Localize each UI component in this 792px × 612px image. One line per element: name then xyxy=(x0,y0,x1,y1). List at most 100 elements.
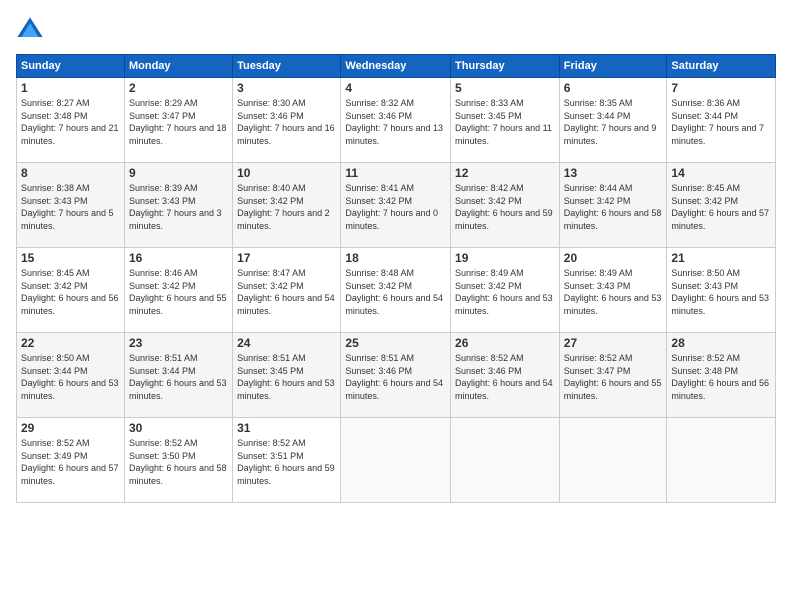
calendar-cell: 29 Sunrise: 8:52 AM Sunset: 3:49 PM Dayl… xyxy=(17,418,125,503)
day-number: 17 xyxy=(237,251,336,265)
col-header-tuesday: Tuesday xyxy=(233,55,341,78)
page: SundayMondayTuesdayWednesdayThursdayFrid… xyxy=(0,0,792,612)
calendar-cell: 14 Sunrise: 8:45 AM Sunset: 3:42 PM Dayl… xyxy=(667,163,776,248)
calendar-cell: 4 Sunrise: 8:32 AM Sunset: 3:46 PM Dayli… xyxy=(341,78,451,163)
day-number: 29 xyxy=(21,421,120,435)
day-number: 6 xyxy=(564,81,663,95)
col-header-sunday: Sunday xyxy=(17,55,125,78)
calendar-cell: 12 Sunrise: 8:42 AM Sunset: 3:42 PM Dayl… xyxy=(451,163,560,248)
week-row-5: 29 Sunrise: 8:52 AM Sunset: 3:49 PM Dayl… xyxy=(17,418,776,503)
day-number: 2 xyxy=(129,81,228,95)
week-row-1: 1 Sunrise: 8:27 AM Sunset: 3:48 PM Dayli… xyxy=(17,78,776,163)
day-info: Sunrise: 8:51 AM Sunset: 3:45 PM Dayligh… xyxy=(237,352,336,402)
calendar-cell: 31 Sunrise: 8:52 AM Sunset: 3:51 PM Dayl… xyxy=(233,418,341,503)
day-number: 11 xyxy=(345,166,446,180)
day-info: Sunrise: 8:46 AM Sunset: 3:42 PM Dayligh… xyxy=(129,267,228,317)
day-number: 23 xyxy=(129,336,228,350)
day-info: Sunrise: 8:52 AM Sunset: 3:49 PM Dayligh… xyxy=(21,437,120,487)
day-number: 31 xyxy=(237,421,336,435)
day-info: Sunrise: 8:51 AM Sunset: 3:46 PM Dayligh… xyxy=(345,352,446,402)
day-number: 1 xyxy=(21,81,120,95)
day-info: Sunrise: 8:49 AM Sunset: 3:42 PM Dayligh… xyxy=(455,267,555,317)
week-row-4: 22 Sunrise: 8:50 AM Sunset: 3:44 PM Dayl… xyxy=(17,333,776,418)
day-number: 14 xyxy=(671,166,771,180)
calendar-cell: 24 Sunrise: 8:51 AM Sunset: 3:45 PM Dayl… xyxy=(233,333,341,418)
day-number: 7 xyxy=(671,81,771,95)
calendar-cell: 5 Sunrise: 8:33 AM Sunset: 3:45 PM Dayli… xyxy=(451,78,560,163)
day-info: Sunrise: 8:49 AM Sunset: 3:43 PM Dayligh… xyxy=(564,267,663,317)
day-info: Sunrise: 8:47 AM Sunset: 3:42 PM Dayligh… xyxy=(237,267,336,317)
calendar-cell: 8 Sunrise: 8:38 AM Sunset: 3:43 PM Dayli… xyxy=(17,163,125,248)
day-number: 16 xyxy=(129,251,228,265)
day-info: Sunrise: 8:38 AM Sunset: 3:43 PM Dayligh… xyxy=(21,182,120,232)
header-row: SundayMondayTuesdayWednesdayThursdayFrid… xyxy=(17,55,776,78)
day-number: 8 xyxy=(21,166,120,180)
day-number: 15 xyxy=(21,251,120,265)
day-info: Sunrise: 8:29 AM Sunset: 3:47 PM Dayligh… xyxy=(129,97,228,147)
calendar-header: SundayMondayTuesdayWednesdayThursdayFrid… xyxy=(17,55,776,78)
day-info: Sunrise: 8:39 AM Sunset: 3:43 PM Dayligh… xyxy=(129,182,228,232)
calendar-cell: 11 Sunrise: 8:41 AM Sunset: 3:42 PM Dayl… xyxy=(341,163,451,248)
col-header-friday: Friday xyxy=(559,55,667,78)
calendar-cell xyxy=(667,418,776,503)
calendar-cell: 26 Sunrise: 8:52 AM Sunset: 3:46 PM Dayl… xyxy=(451,333,560,418)
calendar-cell: 16 Sunrise: 8:46 AM Sunset: 3:42 PM Dayl… xyxy=(124,248,232,333)
day-info: Sunrise: 8:52 AM Sunset: 3:50 PM Dayligh… xyxy=(129,437,228,487)
day-info: Sunrise: 8:41 AM Sunset: 3:42 PM Dayligh… xyxy=(345,182,446,232)
calendar-cell: 6 Sunrise: 8:35 AM Sunset: 3:44 PM Dayli… xyxy=(559,78,667,163)
day-number: 4 xyxy=(345,81,446,95)
day-info: Sunrise: 8:32 AM Sunset: 3:46 PM Dayligh… xyxy=(345,97,446,147)
calendar-cell xyxy=(559,418,667,503)
day-info: Sunrise: 8:30 AM Sunset: 3:46 PM Dayligh… xyxy=(237,97,336,147)
day-number: 5 xyxy=(455,81,555,95)
calendar-cell: 20 Sunrise: 8:49 AM Sunset: 3:43 PM Dayl… xyxy=(559,248,667,333)
col-header-saturday: Saturday xyxy=(667,55,776,78)
calendar-cell: 19 Sunrise: 8:49 AM Sunset: 3:42 PM Dayl… xyxy=(451,248,560,333)
calendar-cell: 3 Sunrise: 8:30 AM Sunset: 3:46 PM Dayli… xyxy=(233,78,341,163)
day-number: 9 xyxy=(129,166,228,180)
day-number: 20 xyxy=(564,251,663,265)
day-info: Sunrise: 8:40 AM Sunset: 3:42 PM Dayligh… xyxy=(237,182,336,232)
day-number: 21 xyxy=(671,251,771,265)
week-row-2: 8 Sunrise: 8:38 AM Sunset: 3:43 PM Dayli… xyxy=(17,163,776,248)
calendar-cell: 7 Sunrise: 8:36 AM Sunset: 3:44 PM Dayli… xyxy=(667,78,776,163)
day-info: Sunrise: 8:33 AM Sunset: 3:45 PM Dayligh… xyxy=(455,97,555,147)
calendar-cell: 27 Sunrise: 8:52 AM Sunset: 3:47 PM Dayl… xyxy=(559,333,667,418)
day-info: Sunrise: 8:52 AM Sunset: 3:47 PM Dayligh… xyxy=(564,352,663,402)
calendar-cell: 9 Sunrise: 8:39 AM Sunset: 3:43 PM Dayli… xyxy=(124,163,232,248)
calendar-cell: 17 Sunrise: 8:47 AM Sunset: 3:42 PM Dayl… xyxy=(233,248,341,333)
day-number: 25 xyxy=(345,336,446,350)
day-info: Sunrise: 8:45 AM Sunset: 3:42 PM Dayligh… xyxy=(671,182,771,232)
day-info: Sunrise: 8:50 AM Sunset: 3:43 PM Dayligh… xyxy=(671,267,771,317)
day-number: 13 xyxy=(564,166,663,180)
day-info: Sunrise: 8:52 AM Sunset: 3:46 PM Dayligh… xyxy=(455,352,555,402)
day-info: Sunrise: 8:52 AM Sunset: 3:51 PM Dayligh… xyxy=(237,437,336,487)
calendar-cell: 25 Sunrise: 8:51 AM Sunset: 3:46 PM Dayl… xyxy=(341,333,451,418)
calendar-cell xyxy=(341,418,451,503)
calendar-cell: 1 Sunrise: 8:27 AM Sunset: 3:48 PM Dayli… xyxy=(17,78,125,163)
calendar-cell: 2 Sunrise: 8:29 AM Sunset: 3:47 PM Dayli… xyxy=(124,78,232,163)
header xyxy=(16,16,776,44)
calendar-cell: 30 Sunrise: 8:52 AM Sunset: 3:50 PM Dayl… xyxy=(124,418,232,503)
col-header-monday: Monday xyxy=(124,55,232,78)
day-number: 10 xyxy=(237,166,336,180)
day-number: 3 xyxy=(237,81,336,95)
week-row-3: 15 Sunrise: 8:45 AM Sunset: 3:42 PM Dayl… xyxy=(17,248,776,333)
day-info: Sunrise: 8:45 AM Sunset: 3:42 PM Dayligh… xyxy=(21,267,120,317)
day-info: Sunrise: 8:52 AM Sunset: 3:48 PM Dayligh… xyxy=(671,352,771,402)
day-number: 22 xyxy=(21,336,120,350)
col-header-wednesday: Wednesday xyxy=(341,55,451,78)
calendar: SundayMondayTuesdayWednesdayThursdayFrid… xyxy=(16,54,776,503)
logo-icon xyxy=(16,16,44,44)
day-number: 12 xyxy=(455,166,555,180)
calendar-cell: 13 Sunrise: 8:44 AM Sunset: 3:42 PM Dayl… xyxy=(559,163,667,248)
calendar-cell: 18 Sunrise: 8:48 AM Sunset: 3:42 PM Dayl… xyxy=(341,248,451,333)
day-info: Sunrise: 8:36 AM Sunset: 3:44 PM Dayligh… xyxy=(671,97,771,147)
logo xyxy=(16,16,48,44)
day-info: Sunrise: 8:27 AM Sunset: 3:48 PM Dayligh… xyxy=(21,97,120,147)
calendar-cell: 15 Sunrise: 8:45 AM Sunset: 3:42 PM Dayl… xyxy=(17,248,125,333)
col-header-thursday: Thursday xyxy=(451,55,560,78)
day-number: 24 xyxy=(237,336,336,350)
day-info: Sunrise: 8:35 AM Sunset: 3:44 PM Dayligh… xyxy=(564,97,663,147)
day-number: 19 xyxy=(455,251,555,265)
